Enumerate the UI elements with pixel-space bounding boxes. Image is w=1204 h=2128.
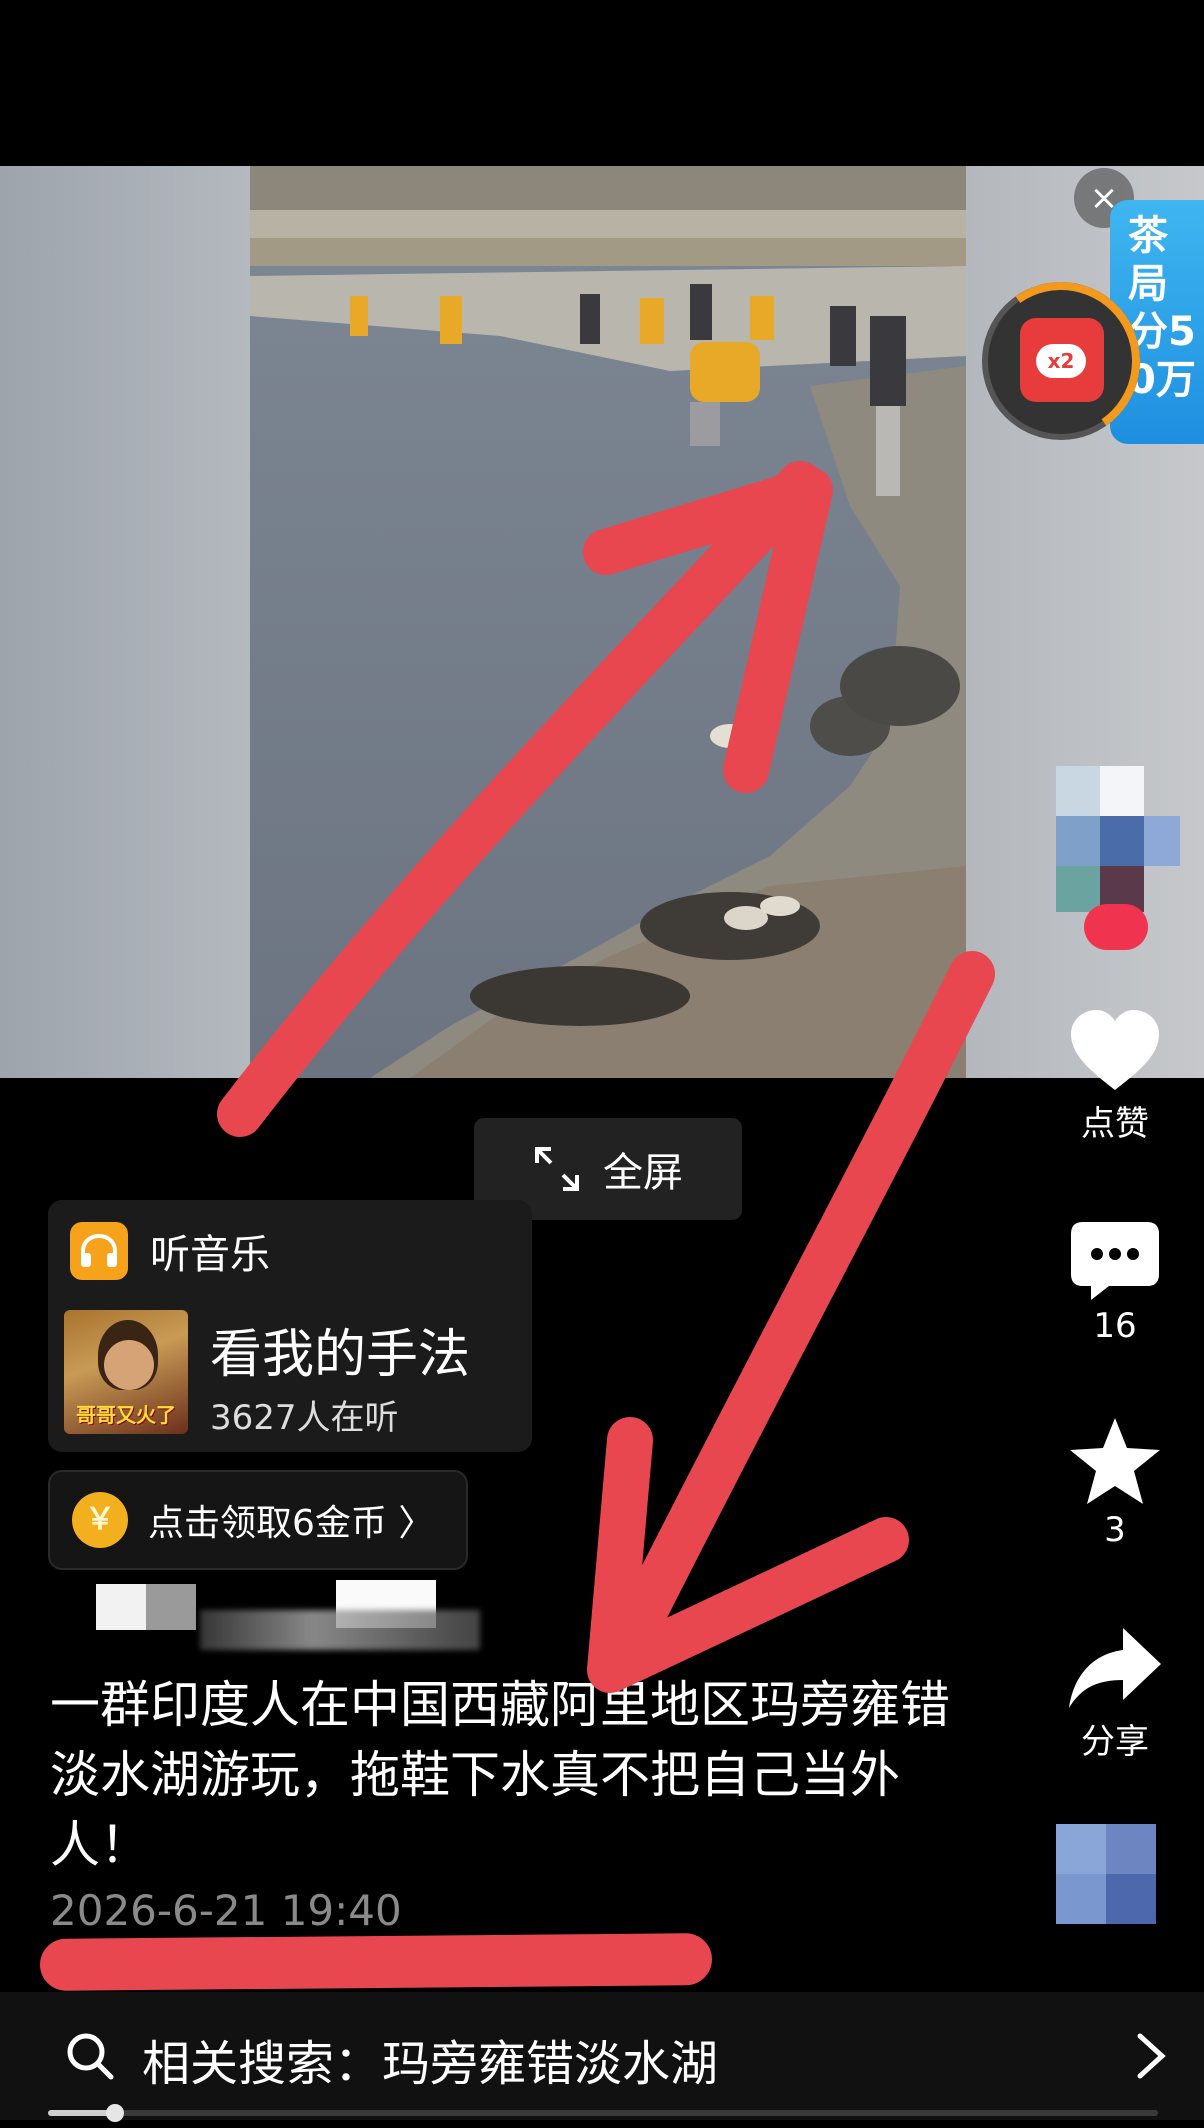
claim-coins-button[interactable]: ￥ 点击领取6金币 〉 [48,1470,468,1570]
song-title[interactable]: 看我的手法 [210,1312,470,1387]
music-disc[interactable] [1056,1824,1156,1924]
music-header[interactable]: 听音乐 [70,1222,270,1280]
annotation-underline [39,1933,713,1991]
headphones-icon [70,1222,128,1280]
related-search-bar[interactable]: 相关搜索：玛旁雍错淡水湖 [0,1992,1204,2120]
video-blur-left [0,166,250,1078]
listener-count: 3627人在听 [210,1398,399,1438]
coin-icon: ￥ [72,1492,128,1548]
author-name-redacted[interactable] [50,1580,480,1650]
song-cover[interactable]: 哥哥又火了 [64,1310,188,1434]
expand-icon [535,1147,579,1191]
comment-button[interactable]: 16 [1050,1220,1180,1346]
fullscreen-label: 全屏 [603,1150,683,1196]
claim-coins-label: 点击领取6金币 〉 [148,1503,435,1544]
music-card[interactable]: 听音乐 哥哥又火了 看我的手法 3627人在听 [48,1200,532,1452]
follow-button[interactable] [1084,904,1148,950]
video-frame[interactable] [250,166,966,1078]
star-icon [1070,1418,1160,1504]
favorite-count: 3 [1104,1510,1126,1550]
heart-icon [1071,1010,1159,1090]
lake-scene [250,166,966,1078]
related-search-label: 相关搜索：玛旁雍错淡水湖 [142,2036,719,2092]
share-button[interactable]: 分享 [1050,1626,1180,1763]
share-label: 分享 [1081,1722,1149,1762]
playback-progress[interactable] [48,2104,1158,2122]
playback-progress-knob[interactable] [105,2104,124,2122]
like-button[interactable]: 点赞 [1050,1008,1180,1145]
favorite-button[interactable]: 3 [1050,1416,1180,1550]
comment-count: 16 [1093,1306,1137,1346]
playback-progress-fill [48,2110,115,2116]
post-timestamp: 2026-6-21 19:40 [50,1886,402,1935]
music-header-label: 听音乐 [150,1232,270,1278]
search-icon [67,2033,114,2080]
post-caption[interactable]: 一群印度人在中国西藏阿里地区玛旁雍错淡水湖游玩，拖鞋下水真不把自己当外人！ [50,1670,970,1880]
song-cover-caption: 哥哥又火了 [76,1403,176,1427]
multiplier-badge: x2 [1036,344,1086,378]
like-label: 点赞 [1081,1104,1149,1144]
comment-icon [1071,1222,1159,1300]
share-icon [1069,1628,1161,1708]
chevron-right-icon[interactable] [1136,2032,1166,2080]
author-avatar[interactable] [1056,766,1180,916]
